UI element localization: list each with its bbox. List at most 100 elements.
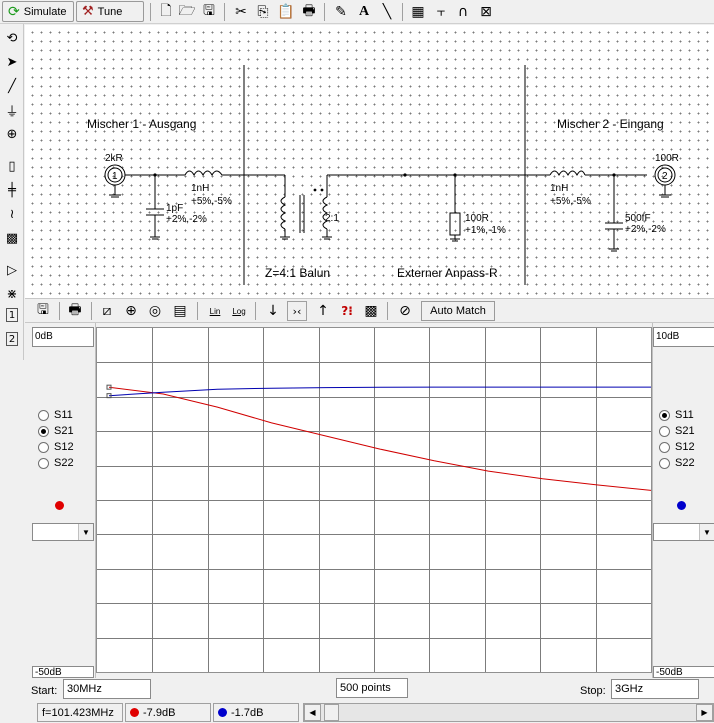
save-icon[interactable]: 🖫 — [199, 2, 219, 22]
arrow-down-icon[interactable]: ↓ — [263, 301, 283, 321]
radio-label: S12 — [675, 441, 695, 453]
print-icon[interactable]: 🖶 — [299, 2, 319, 22]
lin-scale-button[interactable]: Lin — [205, 301, 225, 321]
right-radio-s21[interactable]: S21 — [659, 425, 695, 437]
points-input[interactable]: 500 points — [336, 678, 408, 698]
checker-icon[interactable]: ▩ — [361, 301, 381, 321]
radio-label: S22 — [54, 457, 74, 469]
right-radio-s11[interactable]: S11 — [659, 409, 694, 421]
chevron-down-icon: ▼ — [699, 524, 714, 540]
log-scale-button[interactable]: Log — [229, 301, 249, 321]
left-radio-s12[interactable]: S12 — [38, 441, 74, 453]
transformer-caption: Z=4:1 Balun — [265, 266, 330, 280]
transformer-icon[interactable]: ▩ — [2, 228, 22, 248]
toolbar-separator — [150, 3, 151, 21]
port2-number: 2 — [662, 171, 668, 182]
inductor-l1-symbol — [184, 170, 223, 177]
transformer-ratio: 2:1 — [325, 213, 339, 224]
filter-icon[interactable]: ⋇ — [2, 284, 22, 304]
resistor-icon[interactable]: ▯ — [2, 156, 22, 176]
blue-dot-icon — [218, 708, 227, 717]
frequency-scrollbar[interactable]: ◀ ▶ — [303, 703, 714, 722]
schematic-canvas[interactable]: Mischer 1 - Ausgang Mischer 2 - Eingang … — [25, 25, 714, 298]
radio-label: S11 — [675, 409, 694, 421]
stop-frequency-input[interactable]: 3GHz — [611, 679, 699, 699]
port-1-icon[interactable]: 1 — [6, 308, 18, 322]
smith-icon[interactable]: ⊠ — [476, 2, 496, 22]
port-2-icon[interactable]: 2 — [6, 332, 18, 346]
port1-number: 1 — [112, 171, 118, 182]
line-draw-icon[interactable]: ╲ — [377, 2, 397, 22]
open-folder-icon[interactable]: 🗁 — [177, 2, 197, 22]
resistor-r1-symbol — [449, 175, 461, 242]
cut-icon[interactable]: ✂ — [231, 2, 251, 22]
left-top-value[interactable]: 0dB — [32, 327, 94, 347]
auto-match-button[interactable]: Auto Match — [421, 301, 495, 321]
right-radio-s22[interactable]: S22 — [659, 457, 695, 469]
tune-button[interactable]: ⚒ Tune — [76, 1, 144, 22]
tools-icon: ⚒ — [82, 4, 94, 19]
ground-icon[interactable]: ⏚ — [2, 100, 22, 120]
l1-value: 1nH — [191, 183, 209, 194]
stub-icon[interactable]: ∩ — [453, 2, 473, 22]
zoom-fit-icon[interactable]: ›‹ — [287, 301, 307, 321]
cartesian-plot-icon[interactable]: ⧄ — [97, 301, 117, 321]
tline-icon[interactable]: ⫟ — [431, 2, 451, 22]
trace-s11 — [108, 386, 651, 397]
scroll-left-button[interactable]: ◀ — [304, 704, 321, 721]
right-top-value[interactable]: 10dB — [653, 327, 714, 347]
right-trace-select[interactable]: ▼ — [653, 523, 714, 541]
l2-tolerance: +5%,-5% — [550, 196, 591, 207]
pointer-icon[interactable]: ➤ — [2, 52, 22, 72]
left-trace-select[interactable]: ▼ — [32, 523, 94, 541]
amplifier-icon[interactable]: ▷ — [2, 260, 22, 280]
left-radio-s11[interactable]: S11 — [38, 409, 73, 421]
port-icon[interactable]: ⊕ — [2, 124, 22, 144]
right-radio-s12[interactable]: S12 — [659, 441, 695, 453]
scroll-thumb[interactable] — [324, 704, 339, 721]
inductor-icon[interactable]: ≀ — [2, 204, 22, 224]
wire-icon[interactable]: ╱ — [2, 76, 22, 96]
stop-label: Stop: — [580, 685, 606, 697]
calculator-icon[interactable]: ▦ — [408, 2, 428, 22]
plot-grid[interactable] — [96, 327, 652, 673]
pencil-icon[interactable]: ✎ — [331, 2, 351, 22]
simulate-button[interactable]: ⟳ Simulate — [2, 1, 74, 22]
red-trace-value: -7.9dB — [143, 706, 176, 719]
right-axis-panel: 10dB S11 S21 S12 S22 ▼ -50dB — [652, 323, 714, 678]
left-radio-s21[interactable]: S21 — [38, 425, 74, 437]
scroll-right-button[interactable]: ▶ — [696, 704, 713, 721]
match-icon[interactable]: ⊘ — [395, 301, 415, 321]
start-frequency-input[interactable]: 30MHz — [63, 679, 151, 699]
print-plot-icon[interactable]: 🖶 — [65, 301, 85, 321]
red-trace-readout: -7.9dB — [125, 703, 211, 722]
right-trace-color — [677, 501, 686, 510]
export-icon[interactable]: 🖫 — [33, 301, 53, 321]
main-toolbar: ⟳ Simulate ⚒ Tune 🗋 🗁 🖫 ✂ ⎘ 📋 🖶 ✎ A ╲ ▦ … — [0, 0, 714, 24]
right-bottom-value[interactable]: -50dB — [653, 666, 714, 678]
left-bottom-value[interactable]: -50dB — [32, 666, 94, 678]
table-icon[interactable]: ▤ — [170, 301, 190, 321]
chevron-down-icon: ▼ — [78, 524, 93, 540]
copy-icon[interactable]: ⎘ — [253, 2, 273, 22]
new-file-icon[interactable]: 🗋 — [156, 2, 176, 22]
status-bar: f=101.423MHz -7.9dB -1.7dB ◀ ▶ — [25, 702, 714, 723]
radio-indicator — [38, 457, 49, 469]
radio-label: S12 — [54, 441, 74, 453]
toolbar-separator — [402, 3, 403, 21]
text-icon[interactable]: A — [354, 2, 374, 22]
radio-label: S11 — [54, 409, 73, 421]
arrow-up-icon[interactable]: ↑ — [313, 301, 333, 321]
radio-indicator — [659, 441, 670, 453]
capacitor-icon[interactable]: ╪ — [2, 180, 22, 200]
r1-value: 100R — [465, 213, 489, 224]
smith-chart-icon[interactable]: ⊕ — [121, 301, 141, 321]
polar-plot-icon[interactable]: ◎ — [145, 301, 165, 321]
capacitor-c1-symbol — [146, 175, 164, 240]
help-marker-icon[interactable]: ?⁝ — [337, 301, 357, 321]
left-radio-s22[interactable]: S22 — [38, 457, 74, 469]
paste-icon[interactable]: 📋 — [276, 2, 296, 22]
radio-indicator — [38, 409, 49, 421]
section-title-right: Mischer 2 - Eingang — [557, 117, 664, 131]
rotate-icon[interactable]: ⟲ — [2, 28, 22, 48]
